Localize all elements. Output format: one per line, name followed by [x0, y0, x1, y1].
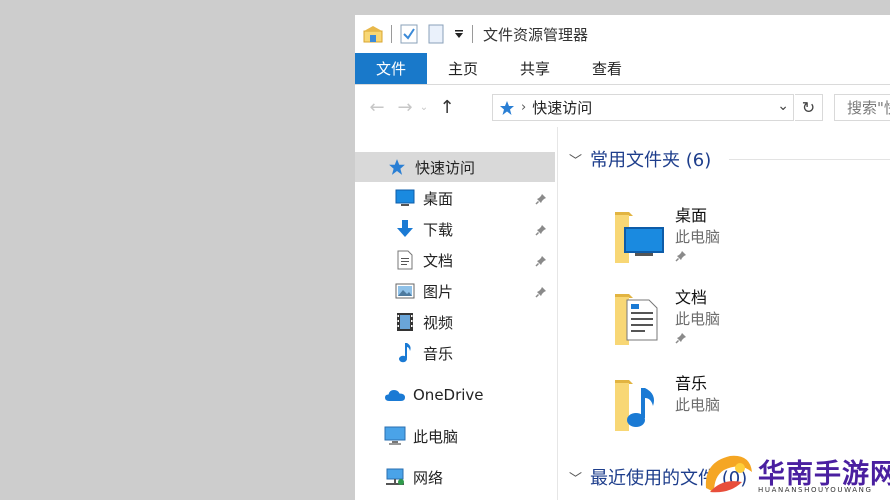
watermark-subtext: HUANANSHOUYOUWANG	[758, 486, 873, 494]
star-icon	[385, 155, 409, 179]
recent-locations-chevron-icon[interactable]: ⌄	[417, 92, 431, 122]
pin-icon[interactable]	[535, 191, 547, 209]
collapse-chevron-icon[interactable]: ﹀	[569, 468, 582, 487]
sidebar-item-label: 视频	[423, 313, 454, 332]
tab-home[interactable]: 主页	[427, 53, 499, 84]
folder-location: 此电脑	[675, 228, 721, 246]
customize-toolbar-dropdown-icon[interactable]	[454, 29, 464, 39]
address-bar[interactable]: › 快速访问 ⌄	[492, 94, 794, 121]
collapse-chevron-icon[interactable]: ﹀	[569, 150, 582, 169]
sidebar-item-network[interactable]: 网络	[355, 462, 555, 492]
folder-music-icon	[609, 374, 667, 432]
sidebar-item-label: OneDrive	[413, 386, 484, 404]
back-arrow-icon[interactable]: ←	[365, 92, 389, 122]
cloud-icon	[383, 383, 407, 407]
sidebar-item-pictures[interactable]: 图片	[355, 276, 555, 306]
folder-desktop-icon	[609, 206, 667, 264]
folder-name: 桌面	[675, 206, 708, 225]
sidebar-item-music[interactable]: 音乐	[355, 338, 555, 368]
address-dropdown-icon[interactable]: ⌄	[777, 98, 789, 114]
window-title: 文件资源管理器	[483, 25, 589, 44]
music-icon	[393, 341, 417, 365]
toolbar-separator	[472, 25, 473, 43]
title-bar: 文件资源管理器	[355, 15, 890, 53]
up-arrow-icon[interactable]: ↑	[435, 92, 459, 122]
file-explorer-window: 文件资源管理器 文件 主页 共享 查看 ← → ⌄ ↑ › 快速访问 ⌄ ↻ 搜…	[355, 15, 890, 500]
address-row: ← → ⌄ ↑ › 快速访问 ⌄ ↻ 搜索"快	[355, 90, 890, 124]
sidebar-item-label: 网络	[413, 468, 444, 487]
pin-icon[interactable]	[675, 250, 687, 266]
picture-icon	[393, 279, 417, 303]
pin-icon[interactable]	[535, 284, 547, 302]
sidebar-item-desktop[interactable]: 桌面	[355, 183, 555, 213]
folder-name: 音乐	[675, 374, 708, 393]
explorer-app-icon[interactable]	[363, 25, 383, 43]
folder-documents-icon	[609, 288, 667, 346]
download-icon	[393, 217, 417, 241]
search-box[interactable]: 搜索"快	[834, 94, 890, 121]
refresh-button[interactable]: ↻	[795, 94, 823, 121]
sidebar-item-videos[interactable]: 视频	[355, 307, 555, 337]
new-folder-icon[interactable]	[428, 24, 444, 44]
folder-location: 此电脑	[675, 396, 721, 414]
tab-file[interactable]: 文件	[355, 53, 427, 84]
group-header-label: 常用文件夹 (6)	[590, 150, 712, 171]
sidebar-item-label: 桌面	[423, 189, 454, 208]
sidebar-item-documents[interactable]: 文档	[355, 245, 555, 275]
refresh-icon: ↻	[801, 98, 816, 117]
folder-tile-music[interactable]: 音乐 此电脑	[609, 370, 869, 448]
address-path[interactable]: 快速访问	[532, 97, 592, 118]
folder-tile-desktop[interactable]: 桌面 此电脑	[609, 202, 869, 280]
pin-icon[interactable]	[675, 332, 687, 348]
folder-name: 文档	[675, 288, 708, 307]
sidebar-item-label: 下载	[423, 220, 454, 239]
pin-icon[interactable]	[535, 222, 547, 240]
desktop-icon	[393, 186, 417, 210]
sidebar-item-label: 文档	[423, 251, 454, 270]
sidebar-item-label: 此电脑	[413, 427, 459, 446]
group-header-frequent-folders[interactable]: ﹀ 常用文件夹 (6)	[569, 144, 711, 174]
breadcrumb-chevron-icon[interactable]: ›	[521, 100, 526, 115]
content-pane: ﹀ 常用文件夹 (6) 桌面 此电脑 文档 此电脑 音乐 此电脑 ﹀ 最近使用的…	[559, 127, 890, 500]
sidebar-item-downloads[interactable]: 下载	[355, 214, 555, 244]
folder-tile-documents[interactable]: 文档 此电脑	[609, 284, 869, 362]
group-divider	[729, 159, 890, 160]
tab-share[interactable]: 共享	[499, 53, 571, 84]
quick-access-star-icon	[499, 100, 515, 116]
network-icon	[383, 465, 407, 489]
search-placeholder: 搜索"快	[847, 99, 890, 117]
video-icon	[393, 310, 417, 334]
sidebar-item-label: 快速访问	[415, 158, 476, 177]
pin-icon[interactable]	[535, 253, 547, 271]
forward-arrow-icon[interactable]: →	[393, 92, 417, 122]
watermark-logo-icon	[705, 455, 752, 493]
sidebar-item-label: 图片	[423, 282, 454, 301]
toolbar-separator	[391, 25, 392, 43]
sidebar-item-label: 音乐	[423, 344, 454, 363]
tab-view[interactable]: 查看	[571, 53, 643, 84]
sidebar-item-quick-access[interactable]: 快速访问	[355, 152, 555, 182]
folder-location: 此电脑	[675, 310, 721, 328]
navigation-pane: 快速访问 桌面 下载 文档 图片 视频 音乐 OneDrive 此电脑 网络	[355, 127, 558, 500]
document-icon	[393, 248, 417, 272]
sidebar-item-onedrive[interactable]: OneDrive	[355, 380, 555, 410]
site-watermark: 华南手游网 HUANANSHOUYOUWANG	[700, 448, 890, 500]
properties-icon[interactable]	[400, 24, 418, 44]
sidebar-item-this-pc[interactable]: 此电脑	[355, 421, 555, 451]
ribbon-tabs: 文件 主页 共享 查看	[355, 53, 890, 85]
computer-icon	[383, 424, 407, 448]
